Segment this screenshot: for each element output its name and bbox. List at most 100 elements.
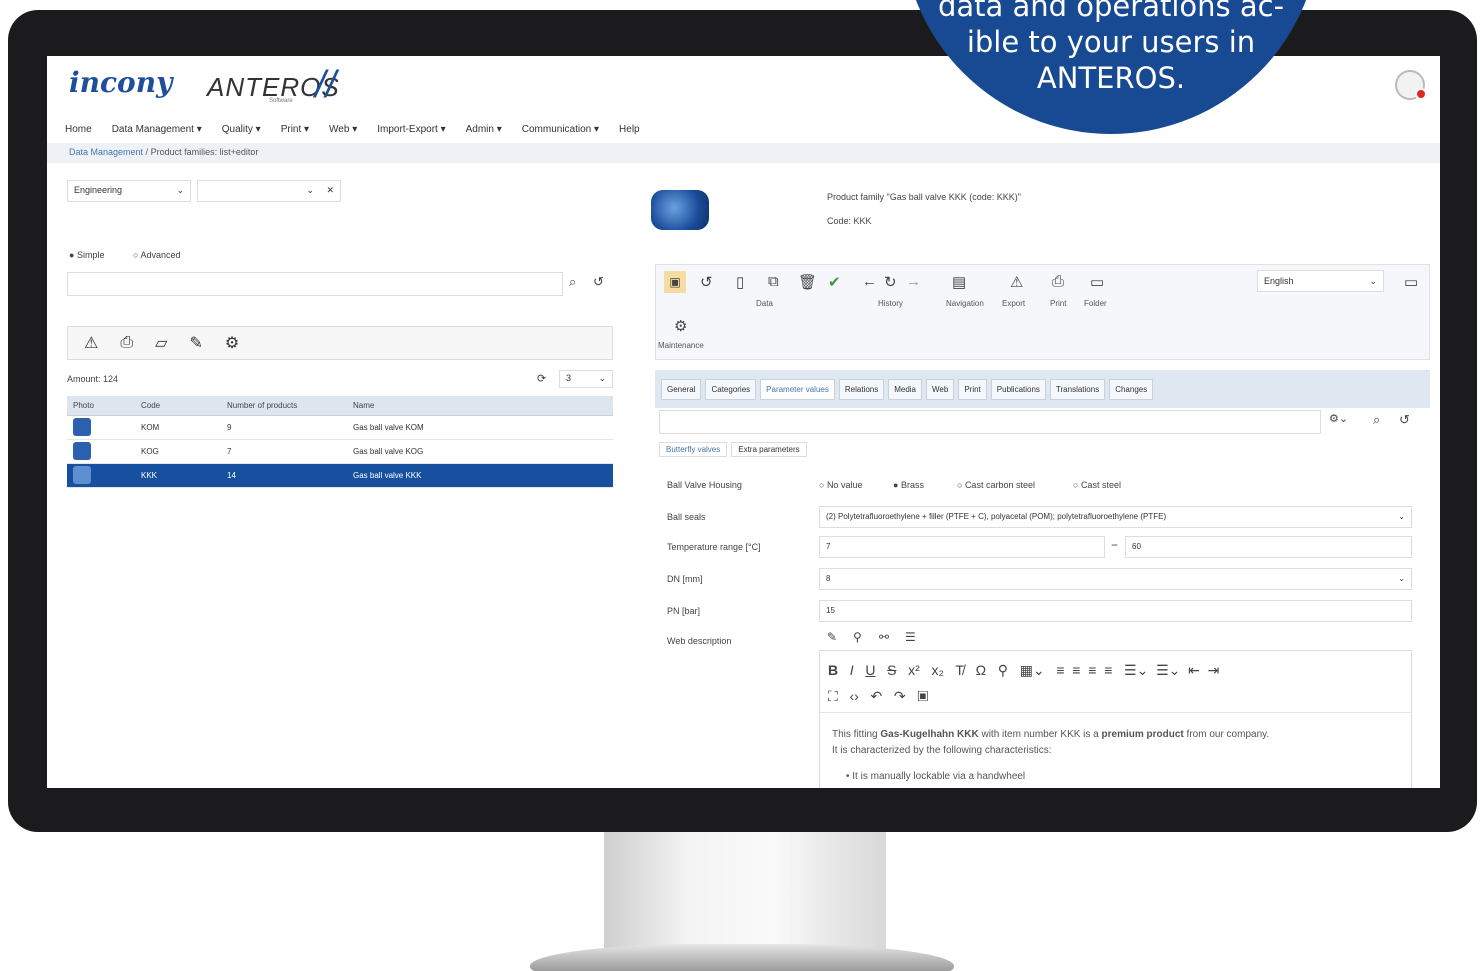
align-left-icon[interactable]: ≡ xyxy=(1056,662,1064,678)
table-row[interactable]: KOM 9 Gas ball valve KOM xyxy=(67,416,613,440)
col-photo[interactable]: Photo xyxy=(67,401,121,410)
tab-web[interactable]: Web xyxy=(926,378,955,400)
search-input[interactable] xyxy=(67,272,563,296)
history-icon[interactable]: ↻ xyxy=(884,273,897,291)
maximize-icon[interactable]: ▭ xyxy=(1404,273,1418,291)
menu-import-export[interactable]: Import-Export ▾ xyxy=(377,124,445,135)
clear-format-icon[interactable]: T̸ xyxy=(955,662,964,678)
table-row-selected[interactable]: KKK 14 Gas ball valve KKK xyxy=(67,464,613,488)
menu-admin[interactable]: Admin ▾ xyxy=(466,124,502,135)
indent-icon[interactable]: ⇥ xyxy=(1208,662,1220,678)
tab-categories[interactable]: Categories xyxy=(705,378,757,400)
folder-icon[interactable]: ▱ xyxy=(155,333,167,353)
italic-icon[interactable]: I xyxy=(850,662,854,678)
forward-icon[interactable]: → xyxy=(906,273,921,290)
refresh-icon[interactable]: ⟳ xyxy=(537,372,546,385)
tab-parameter-values[interactable]: Parameter values xyxy=(760,378,835,400)
reset-icon[interactable]: ↺ xyxy=(1399,412,1410,428)
bold-icon[interactable]: B xyxy=(828,662,838,678)
menu-web[interactable]: Web ▾ xyxy=(329,124,357,135)
new-icon[interactable]: ▯ xyxy=(736,273,744,291)
dn-select[interactable]: 8 ⌄ xyxy=(819,568,1412,590)
link-icon[interactable]: ⚲ xyxy=(998,662,1008,678)
seals-select[interactable]: (2) Polytetrafluoroethylene + filler (PT… xyxy=(819,506,1412,528)
tab-publications[interactable]: Publications xyxy=(990,378,1046,400)
underline-icon[interactable]: U xyxy=(865,662,875,678)
redo-icon[interactable]: ↷ xyxy=(894,688,906,704)
print-icon[interactable]: ⎙ xyxy=(1052,273,1064,290)
radio-simple[interactable]: ● Simple xyxy=(69,250,104,260)
menu-quality[interactable]: Quality ▾ xyxy=(222,124,261,135)
col-count[interactable]: Number of products xyxy=(207,401,333,410)
edit-icon[interactable]: ✎ xyxy=(189,333,202,353)
menu-communication[interactable]: Communication ▾ xyxy=(522,124,599,135)
table-row[interactable]: KOG 7 Gas ball valve KOG xyxy=(67,440,613,464)
tab-media[interactable]: Media xyxy=(888,378,923,400)
navigation-icon[interactable]: ▤ xyxy=(952,273,966,291)
folder-icon[interactable]: ▭ xyxy=(1090,273,1104,291)
check-icon[interactable]: ✔ xyxy=(828,273,841,291)
housing-option-cast-carbon[interactable]: ○ Cast carbon steel xyxy=(957,480,1035,490)
housing-option-none[interactable]: ○ No value xyxy=(819,480,862,490)
outdent-icon[interactable]: ⇤ xyxy=(1188,662,1200,678)
breadcrumb-root[interactable]: Data Management xyxy=(69,147,143,157)
menu-help[interactable]: Help xyxy=(619,124,640,135)
export-icon[interactable]: ⚠ xyxy=(1010,273,1023,291)
housing-option-cast-steel[interactable]: ○ Cast steel xyxy=(1073,480,1121,490)
search-icon[interactable]: ⌕ xyxy=(1373,412,1380,428)
source-code-icon[interactable]: ‹› xyxy=(849,688,858,704)
tab-relations[interactable]: Relations xyxy=(838,378,885,400)
subcategory-select[interactable]: ⌄ ✕ xyxy=(197,180,341,202)
edit-icon[interactable]: ✎ xyxy=(827,630,837,644)
col-code[interactable]: Code xyxy=(121,401,207,410)
unlink-icon[interactable]: ⚯ xyxy=(879,630,889,644)
undo-icon[interactable]: ↶ xyxy=(870,688,882,704)
superscript-icon[interactable]: x² xyxy=(908,662,920,678)
numbered-list-icon[interactable]: ☰⌄ xyxy=(1156,662,1180,678)
back-icon[interactable]: ← xyxy=(862,273,877,290)
reset-icon[interactable]: ↺ xyxy=(593,274,604,290)
subtab-extra-parameters[interactable]: Extra parameters xyxy=(731,442,807,457)
bullet-list-icon[interactable]: ☰⌄ xyxy=(1124,662,1148,678)
preview-icon[interactable]: ▣ xyxy=(917,688,928,704)
export-icon[interactable]: ⚠ xyxy=(84,333,98,353)
temperature-max-input[interactable]: 60 xyxy=(1125,536,1412,558)
settings-icon[interactable]: ⚙⌄ xyxy=(1329,412,1348,425)
web-description-editor[interactable]: B I U S x² x₂ T̸ Ω ⚲ ▦⌄ ≡ ≡ ≡ ≡ ☰⌄ ☰⌄ ⇤ xyxy=(819,650,1412,788)
copy-icon[interactable]: ⧉ xyxy=(768,273,779,290)
justify-icon[interactable]: ≡ xyxy=(1104,662,1112,678)
maintenance-icon[interactable]: ⚙ xyxy=(225,333,239,353)
menu-data-management[interactable]: Data Management ▾ xyxy=(112,124,202,135)
search-icon[interactable]: ⌕ xyxy=(569,274,576,290)
language-select[interactable]: English ⌄ xyxy=(1257,270,1384,292)
tab-print[interactable]: Print xyxy=(958,378,987,400)
align-right-icon[interactable]: ≡ xyxy=(1088,662,1096,678)
undo-icon[interactable]: ↺ xyxy=(700,273,713,291)
clear-icon[interactable]: ✕ xyxy=(326,185,334,196)
tab-translations[interactable]: Translations xyxy=(1049,378,1106,400)
maintenance-icon[interactable]: ⚙ xyxy=(674,317,687,335)
align-center-icon[interactable]: ≡ xyxy=(1072,662,1080,678)
menu-print[interactable]: Print ▾ xyxy=(281,124,309,135)
tab-changes[interactable]: Changes xyxy=(1109,378,1154,400)
subscript-icon[interactable]: x₂ xyxy=(932,662,944,678)
save-icon[interactable]: ▣ xyxy=(664,271,686,293)
pn-input[interactable]: 15 xyxy=(819,600,1412,622)
link-icon[interactable]: ⚲ xyxy=(853,630,862,644)
category-select[interactable]: Engineering ⌄ xyxy=(67,180,191,202)
page-size-select[interactable]: 3 ⌄ xyxy=(559,370,613,388)
temperature-min-input[interactable]: 7 xyxy=(819,536,1105,558)
menu-home[interactable]: Home xyxy=(65,124,92,135)
table-icon[interactable]: ▦⌄ xyxy=(1020,662,1045,678)
fullscreen-icon[interactable]: ⛶ xyxy=(828,688,838,704)
housing-option-brass[interactable]: ● Brass xyxy=(893,480,924,490)
list-icon[interactable]: ☰ xyxy=(905,630,916,644)
strikethrough-icon[interactable]: S xyxy=(887,662,896,678)
special-char-icon[interactable]: Ω xyxy=(976,662,986,678)
tab-general[interactable]: General xyxy=(661,378,702,400)
subtab-butterfly-valves[interactable]: Butterfly valves xyxy=(659,442,728,457)
col-name[interactable]: Name xyxy=(333,401,613,410)
delete-icon[interactable]: 🗑 xyxy=(798,273,817,291)
print-icon[interactable]: ⎙ xyxy=(120,334,133,352)
radio-advanced[interactable]: ○ Advanced xyxy=(133,250,180,260)
